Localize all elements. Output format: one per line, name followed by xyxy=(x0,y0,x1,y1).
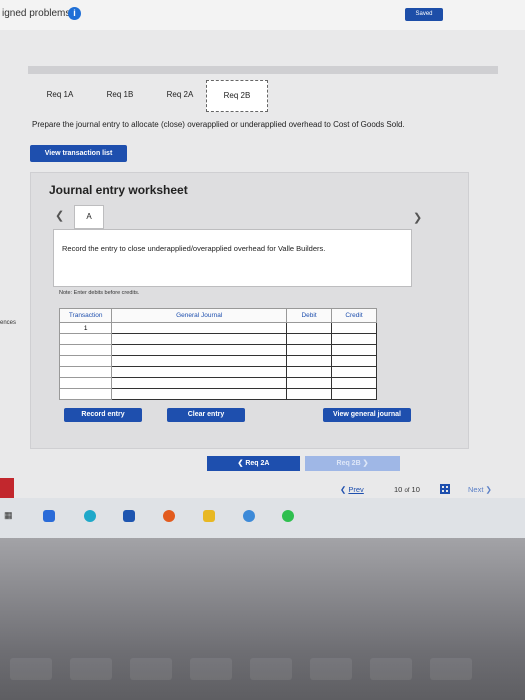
top-bar: igned problems i Saved xyxy=(0,0,525,30)
chevron-right-icon[interactable]: ❯ xyxy=(413,211,422,224)
taskbar: ▦ xyxy=(0,498,525,538)
debit-input[interactable] xyxy=(286,366,332,378)
spotify-icon[interactable] xyxy=(282,510,294,522)
debit-input[interactable] xyxy=(286,344,332,356)
instruction-text: Prepare the journal entry to allocate (c… xyxy=(32,120,405,129)
keyboard-key xyxy=(70,658,112,680)
debit-input[interactable] xyxy=(286,377,332,389)
debit-input[interactable] xyxy=(286,388,332,400)
view-general-journal-button[interactable]: View general journal xyxy=(323,408,411,422)
page-total: 10 xyxy=(411,485,420,494)
tab-req-2b[interactable]: Req 2B xyxy=(206,80,268,112)
worksheet-page-tab[interactable]: A xyxy=(74,205,104,229)
table-row xyxy=(58,366,377,378)
keyboard-key xyxy=(370,658,412,680)
laptop-keyboard xyxy=(0,538,525,700)
journal-table: Transaction General Journal Debit Credit… xyxy=(58,308,377,400)
sidebar-ences: ences xyxy=(0,320,17,326)
keyboard-key xyxy=(130,658,172,680)
page-current: 10 xyxy=(394,485,403,494)
next-label: Next xyxy=(468,485,484,494)
sidebar-logo xyxy=(0,478,14,500)
edge-icon[interactable] xyxy=(84,510,96,522)
next-page-link[interactable]: Next ❯ xyxy=(468,485,492,494)
table-row xyxy=(58,333,377,345)
credit-input[interactable] xyxy=(331,355,377,367)
col-debit: Debit xyxy=(286,308,332,323)
progress-strip xyxy=(28,66,498,74)
col-general-journal: General Journal xyxy=(111,308,288,323)
debit-input[interactable] xyxy=(286,333,332,345)
credit-input[interactable] xyxy=(331,366,377,378)
col-credit: Credit xyxy=(331,308,377,323)
prev-req-button[interactable]: ❮ Req 2A xyxy=(207,456,300,471)
table-header-row: Transaction General Journal Debit Credit xyxy=(58,308,377,323)
store-icon[interactable] xyxy=(123,510,135,522)
task-view-icon[interactable]: ▦ xyxy=(4,510,16,522)
prompt-text: Record the entry to close underapplied/o… xyxy=(62,244,326,253)
browser-viewport: igned problems i Saved Req 1A Req 1B Req… xyxy=(0,0,525,520)
credit-input[interactable] xyxy=(331,388,377,400)
page-of: of xyxy=(404,488,410,494)
chevron-left-icon[interactable]: ❮ xyxy=(55,209,64,222)
prompt-box: Record the entry to close underapplied/o… xyxy=(53,229,412,287)
keyboard-key xyxy=(190,658,232,680)
table-row xyxy=(58,388,377,400)
credit-input[interactable] xyxy=(331,333,377,345)
credit-input[interactable] xyxy=(331,377,377,389)
chevron-left-icon: ❮ xyxy=(340,485,347,494)
account-input[interactable] xyxy=(111,388,288,400)
col-transaction: Transaction xyxy=(58,308,113,323)
keyboard-key xyxy=(10,658,52,680)
app-icon[interactable] xyxy=(43,510,55,522)
next-req-button[interactable]: Req 2B ❯ xyxy=(305,456,400,471)
credit-input[interactable] xyxy=(331,322,377,334)
info-icon[interactable]: i xyxy=(68,7,81,20)
account-input[interactable] xyxy=(111,377,288,389)
breadcrumb: igned problems xyxy=(2,8,71,19)
prev-page-link[interactable]: ❮ Prev xyxy=(340,485,364,494)
account-input[interactable] xyxy=(111,355,288,367)
note-text: Note: Enter debits before credits. xyxy=(59,290,140,296)
chrome-icon[interactable] xyxy=(243,510,255,522)
account-input[interactable] xyxy=(111,344,288,356)
keyboard-key xyxy=(310,658,352,680)
folder-icon[interactable] xyxy=(203,510,215,522)
table-row xyxy=(58,355,377,367)
tab-req-1b[interactable]: Req 1B xyxy=(90,80,150,110)
debit-input[interactable] xyxy=(286,322,332,334)
debit-input[interactable] xyxy=(286,355,332,367)
app-icon[interactable] xyxy=(163,510,175,522)
table-row xyxy=(58,344,377,356)
page-position: 10 of 10 xyxy=(394,485,420,494)
next-req-label: Req 2B xyxy=(336,460,361,467)
account-input[interactable] xyxy=(111,322,288,334)
account-input[interactable] xyxy=(111,366,288,378)
credit-input[interactable] xyxy=(331,344,377,356)
chevron-right-icon: ❯ xyxy=(485,485,492,494)
prev-req-label: Req 2A xyxy=(245,460,270,467)
table-row: 1 xyxy=(58,322,377,334)
table-row xyxy=(58,377,377,389)
prev-label: Prev xyxy=(348,485,364,494)
worksheet-title: Journal entry worksheet xyxy=(49,183,188,197)
grid-icon[interactable] xyxy=(440,484,450,494)
chevron-right-icon: ❯ xyxy=(362,460,369,467)
view-transaction-list-button[interactable]: View transaction list xyxy=(30,145,127,162)
saved-badge: Saved xyxy=(405,8,443,21)
keyboard-key xyxy=(250,658,292,680)
transaction-number: 1 xyxy=(58,322,113,334)
journal-worksheet: Journal entry worksheet ❮ A ❯ Record the… xyxy=(30,172,469,449)
chevron-left-icon: ❮ xyxy=(237,460,244,467)
tab-req-1a[interactable]: Req 1A xyxy=(30,80,90,110)
tab-req-2a[interactable]: Req 2A xyxy=(150,80,210,110)
clear-entry-button[interactable]: Clear entry xyxy=(167,408,245,422)
record-entry-button[interactable]: Record entry xyxy=(64,408,142,422)
account-input[interactable] xyxy=(111,333,288,345)
keyboard-key xyxy=(430,658,472,680)
